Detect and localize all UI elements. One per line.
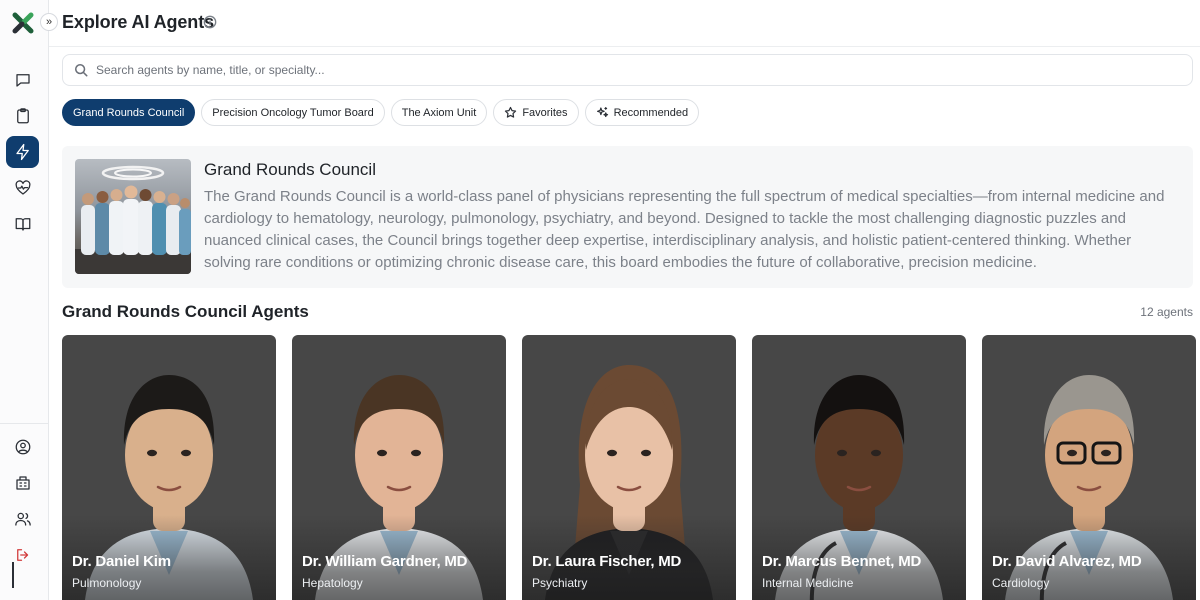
lightning-icon[interactable] — [6, 136, 39, 168]
agent-name: Dr. David Alvarez, MD — [992, 553, 1142, 570]
agent-card[interactable]: Dr. David Alvarez, MD Cardiology — [982, 335, 1196, 600]
agents-section-title: Grand Rounds Council Agents — [62, 302, 309, 321]
agent-card[interactable]: Dr. Daniel Kim Pulmonology — [62, 335, 276, 600]
agent-specialty: Internal Medicine — [762, 576, 854, 590]
agent-card[interactable]: Dr. Laura Fischer, MD Psychiatry — [522, 335, 736, 600]
book-open-icon[interactable] — [6, 208, 39, 240]
agent-specialty: Hepatology — [302, 576, 363, 590]
portrait-eye-left — [377, 449, 387, 457]
council-overview: Grand Rounds Council The Grand Rounds Co… — [62, 146, 1193, 288]
agent-card[interactable]: Dr. William Gardner, MD Hepatology — [292, 335, 506, 600]
topbar: Explore AI Agents — [49, 0, 1200, 47]
sparkles-icon — [596, 107, 608, 118]
search-bar — [62, 54, 1193, 86]
agent-name: Dr. William Gardner, MD — [302, 553, 468, 570]
logout-icon[interactable] — [6, 539, 39, 571]
portrait-eye-left — [607, 449, 617, 457]
agent-card[interactable]: Dr. Marcus Bennet, MD Internal Medicine — [752, 335, 966, 600]
agent-specialty: Psychiatry — [532, 576, 588, 590]
agent-name: Dr. Daniel Kim — [72, 553, 171, 570]
building-icon[interactable] — [6, 467, 39, 499]
sidebar — [0, 0, 49, 600]
chip-label: Grand Rounds Council — [73, 106, 185, 119]
portrait-eye-right — [871, 449, 881, 457]
user-circle-icon[interactable] — [6, 431, 39, 463]
chip-label: The Axiom Unit — [401, 106, 477, 119]
info-icon[interactable] — [203, 15, 217, 29]
agent-name: Dr. Marcus Bennet, MD — [762, 553, 922, 570]
portrait-eye-left — [1067, 449, 1077, 457]
filter-chips: Grand Rounds Council Precision Oncology … — [62, 99, 700, 126]
filter-chip-precision-oncology[interactable]: Precision Oncology Tumor Board — [201, 99, 385, 126]
sidebar-scroll-indicator — [12, 562, 14, 588]
agent-specialty: Pulmonology — [72, 576, 142, 590]
filter-chip-favorites[interactable]: Favorites — [493, 99, 579, 126]
filter-chip-recommended[interactable]: Recommended — [584, 99, 700, 126]
council-title: Grand Rounds Council — [204, 160, 376, 179]
portrait-eye-left — [837, 449, 847, 457]
star-icon — [505, 106, 517, 118]
chip-label: Favorites — [522, 106, 568, 119]
portrait-eye-right — [181, 449, 191, 457]
app: » Explore AI Agents Grand Rounds Council… — [0, 0, 1200, 600]
chat-bubble-icon[interactable] — [6, 64, 39, 96]
council-group-photo — [75, 159, 191, 274]
search-input[interactable] — [96, 55, 1176, 85]
chip-label: Recommended — [613, 106, 689, 119]
portrait-eye-right — [411, 449, 421, 457]
page-title: Explore AI Agents — [62, 12, 214, 32]
chip-label: Precision Oncology Tumor Board — [212, 106, 374, 119]
clipboard-icon[interactable] — [6, 100, 39, 132]
users-icon[interactable] — [6, 503, 39, 535]
portrait-eye-right — [1101, 449, 1111, 457]
search-icon — [74, 63, 88, 77]
heart-pulse-icon[interactable] — [6, 172, 39, 204]
portrait-eye-right — [641, 449, 651, 457]
agents-count: 12 agents — [1140, 305, 1193, 319]
agent-name: Dr. Laura Fischer, MD — [532, 553, 682, 570]
agent-specialty: Cardiology — [992, 576, 1050, 590]
collapse-sidebar-button[interactable]: » — [40, 13, 58, 31]
filter-chip-grand-rounds-council[interactable]: Grand Rounds Council — [62, 99, 196, 126]
sidebar-divider — [0, 423, 49, 424]
portrait-eye-left — [147, 449, 157, 457]
council-description: The Grand Rounds Council is a world-clas… — [204, 188, 1165, 271]
agent-card-list: Dr. Daniel Kim Pulmonology Dr. William G… — [62, 335, 1196, 600]
logo-icon[interactable] — [12, 12, 34, 34]
filter-chip-axiom-unit[interactable]: The Axiom Unit — [390, 99, 488, 126]
